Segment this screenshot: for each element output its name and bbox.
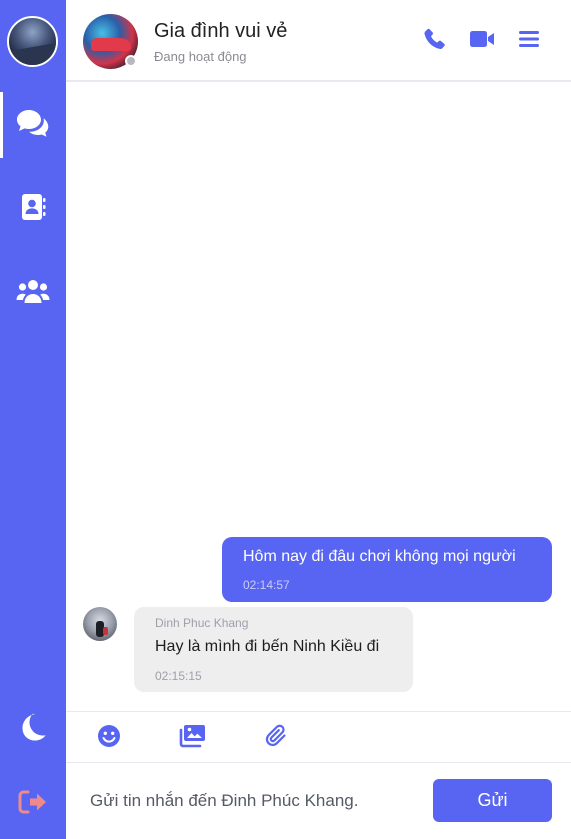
message-sender: Dinh Phuc Khang: [155, 616, 249, 630]
chat-header: Gia đình vui vẻ Đang hoạt động: [66, 0, 571, 82]
message-input[interactable]: [90, 783, 420, 819]
message-time: 02:14:57: [243, 578, 290, 592]
image-upload-button[interactable]: [178, 724, 206, 753]
send-button[interactable]: Gửi: [433, 779, 552, 822]
logout-button[interactable]: [0, 784, 66, 824]
sidebar-item-groups[interactable]: [0, 273, 66, 313]
sign-out-icon: [18, 789, 48, 820]
video-icon: [469, 29, 495, 54]
message-list[interactable]: Hôm nay đi đâu chơi không mọi người 02:1…: [66, 84, 571, 711]
status-indicator: [125, 55, 137, 67]
conversation-title: Gia đình vui vẻ: [154, 20, 288, 42]
attach-file-button[interactable]: [264, 724, 290, 753]
user-avatar[interactable]: [7, 16, 58, 67]
call-button[interactable]: [422, 28, 448, 54]
message-text: Hôm nay đi đâu chơi không mọi người: [243, 548, 516, 565]
composer-toolbar: [66, 711, 571, 763]
sidebar-item-contacts[interactable]: [0, 189, 66, 229]
images-icon: [178, 724, 206, 753]
message-time: 02:15:15: [155, 669, 202, 683]
sidebar-item-messages[interactable]: [0, 105, 66, 145]
menu-button[interactable]: [516, 28, 542, 54]
message-outgoing[interactable]: Hôm nay đi đâu chơi không mọi người 02:1…: [222, 537, 552, 602]
message-composer: Gửi: [66, 763, 571, 839]
moon-icon: [19, 712, 47, 747]
chat-app: Gia đình vui vẻ Đang hoạt động Hôm nay đ…: [0, 0, 571, 839]
chat-bubbles-icon: [16, 108, 50, 143]
message-text: Hay là mình đi bến Ninh Kiều đi: [155, 638, 380, 655]
sender-avatar[interactable]: [83, 607, 117, 641]
users-group-icon: [16, 278, 50, 309]
menu-icon: [518, 29, 540, 54]
emoji-icon: [97, 724, 121, 753]
contact-book-icon: [20, 193, 46, 226]
theme-toggle-button[interactable]: [0, 709, 66, 749]
video-call-button[interactable]: [469, 28, 495, 54]
chat-panel: Gia đình vui vẻ Đang hoạt động Hôm nay đ…: [66, 0, 571, 839]
sidebar-rail: [0, 0, 66, 839]
phone-icon: [423, 27, 447, 56]
paperclip-icon: [265, 724, 289, 753]
message-incoming[interactable]: Dinh Phuc Khang Hay là mình đi bến Ninh …: [134, 607, 413, 692]
emoji-button[interactable]: [96, 724, 122, 753]
conversation-status: Đang hoạt động: [154, 49, 247, 64]
